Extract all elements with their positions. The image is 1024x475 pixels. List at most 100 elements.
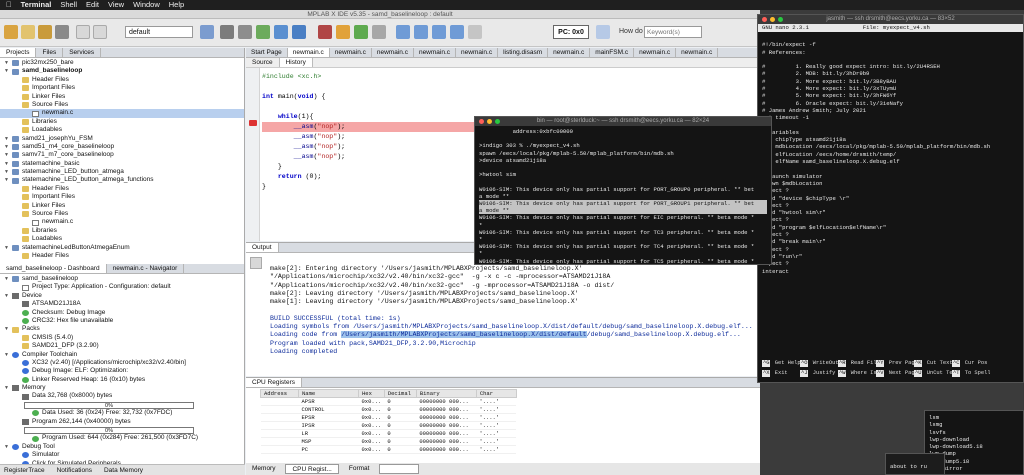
collapse-toggle-icon[interactable]: ▼ bbox=[4, 176, 10, 184]
tree-item[interactable]: Project Type: Application - Configuratio… bbox=[0, 283, 244, 291]
tree-item[interactable]: newmain.c bbox=[0, 109, 244, 118]
nano-shortcut[interactable]: ^Y Prev Page bbox=[876, 360, 914, 367]
status-data-memory[interactable]: Data Memory bbox=[104, 465, 143, 475]
tree-item[interactable]: Linker Files bbox=[0, 202, 244, 210]
register-row[interactable]: MSP 0x0... 0 00000000 000... '....' bbox=[260, 437, 517, 446]
new-file-icon[interactable] bbox=[21, 25, 35, 39]
editor-tab[interactable]: Start Page bbox=[246, 48, 288, 57]
clean-build-icon[interactable] bbox=[238, 25, 252, 39]
collapse-toggle-icon[interactable]: ▼ bbox=[4, 143, 10, 151]
tab-dashboard[interactable]: samd_baselineloop - Dashboard bbox=[0, 264, 107, 273]
collapse-toggle-icon[interactable]: ▼ bbox=[4, 151, 10, 159]
tree-item[interactable]: Linker Files bbox=[0, 93, 244, 101]
nano-shortcut[interactable]: ^R Read File bbox=[838, 360, 876, 367]
nano-shortcut[interactable]: ^T To Spell bbox=[952, 370, 990, 377]
tree-item[interactable]: ▼ statemachineLedButtonAtmegaEnum bbox=[0, 244, 244, 252]
tree-item[interactable]: Simulator bbox=[0, 451, 244, 459]
close-window-icon[interactable] bbox=[479, 119, 484, 124]
tree-item[interactable]: Libraries bbox=[0, 227, 244, 235]
code-line[interactable] bbox=[262, 82, 757, 92]
register-row[interactable]: EPSR 0x0... 0 00000000 000... '....' bbox=[260, 413, 517, 422]
tree-item[interactable]: Header Files bbox=[0, 185, 244, 193]
finish-debug-icon[interactable] bbox=[318, 25, 332, 39]
tree-item[interactable]: ▼ samd51_m4_core_baselineloop bbox=[0, 143, 244, 151]
nano-shortcut[interactable]: ^O WriteOut bbox=[800, 360, 838, 367]
tree-item[interactable]: Program Used: 644 (0x284) Free: 261,500 … bbox=[0, 434, 244, 442]
tree-item[interactable]: ▼ pic32mx250_bare bbox=[0, 59, 244, 67]
step-out-icon[interactable] bbox=[432, 25, 446, 39]
editor-tab[interactable]: listing.disasm bbox=[498, 48, 549, 57]
register-row[interactable]: LR 0x0... 0 00000000 000... '....' bbox=[260, 429, 517, 438]
nano-shortcut[interactable]: ^G Get Help bbox=[762, 360, 800, 367]
keyword-search-input[interactable] bbox=[644, 26, 702, 38]
collapse-toggle-icon[interactable]: ▼ bbox=[4, 292, 10, 300]
nano-shortcut[interactable]: ^J Justify bbox=[800, 370, 838, 377]
tab-services[interactable]: Services bbox=[63, 48, 102, 57]
menubar-app-name[interactable]: Terminal bbox=[21, 0, 52, 10]
collapse-toggle-icon[interactable]: ▼ bbox=[4, 168, 10, 176]
set-project-config-icon[interactable] bbox=[200, 25, 214, 39]
nano-editor-text[interactable]: #!/bin/expect -f # References: # 1. Reall… bbox=[758, 32, 1023, 277]
column-header[interactable]: Binary bbox=[415, 389, 477, 398]
tree-item[interactable]: Checksum: Debug Image bbox=[0, 309, 244, 317]
register-row[interactable]: PC 0x0... 0 00000000 000... '....' bbox=[260, 445, 517, 454]
collapse-toggle-icon[interactable]: ▼ bbox=[4, 135, 10, 143]
column-header[interactable]: Decimal bbox=[383, 389, 417, 398]
column-header[interactable]: Hex bbox=[358, 389, 385, 398]
column-header[interactable]: Address bbox=[260, 389, 299, 398]
pause-icon[interactable] bbox=[336, 25, 350, 39]
read-device-icon[interactable] bbox=[274, 25, 288, 39]
redo-icon[interactable] bbox=[93, 25, 107, 39]
editor-tab[interactable]: newmain.c bbox=[372, 48, 414, 57]
format-select[interactable] bbox=[379, 464, 420, 474]
register-row[interactable]: IPSR 0x0... 0 00000000 000... '....' bbox=[260, 421, 517, 430]
collapse-toggle-icon[interactable]: ▼ bbox=[4, 443, 10, 451]
mini-terminal-window[interactable]: about to ru bbox=[885, 453, 945, 475]
debug-main-project-icon[interactable] bbox=[292, 25, 306, 39]
tab-navigator[interactable]: newmain.c - Navigator bbox=[107, 264, 185, 273]
mdb-terminal-text[interactable]: address:0xbfc00000 >indigo 303 % ./myexp… bbox=[475, 126, 771, 264]
status-notifications[interactable]: Notifications bbox=[57, 465, 92, 475]
make-and-program-icon[interactable] bbox=[256, 25, 270, 39]
tree-item[interactable]: newmain.c bbox=[0, 218, 244, 226]
tree-item[interactable]: Source Files bbox=[0, 101, 244, 109]
menu-view[interactable]: View bbox=[108, 0, 124, 10]
editor-tab[interactable]: mainFSM.c bbox=[590, 48, 635, 57]
collapse-toggle-icon[interactable]: ▼ bbox=[4, 351, 10, 359]
tree-item[interactable]: ▼ statemachine_LED_button_atmega bbox=[0, 168, 244, 176]
breakpoint-icon[interactable] bbox=[249, 120, 257, 126]
tree-item[interactable]: Program 262,144 (0x40000) bytes bbox=[0, 418, 244, 426]
build-hammer-icon[interactable] bbox=[220, 25, 234, 39]
register-row[interactable]: APSR 0x0... 0 00000000 000... '....' bbox=[260, 397, 517, 406]
editor-tab[interactable]: newmain.c bbox=[634, 48, 677, 57]
menu-edit[interactable]: Edit bbox=[86, 0, 99, 10]
tab-output[interactable]: Output bbox=[246, 243, 279, 252]
tree-item[interactable]: CRC32: Hex file unavailable bbox=[0, 317, 244, 325]
tree-item[interactable]: Loadables bbox=[0, 126, 244, 134]
tab-history[interactable]: History bbox=[279, 58, 313, 67]
tree-item[interactable]: XC32 (v2.40) [/Applications/microchip/xc… bbox=[0, 359, 244, 367]
register-row[interactable]: CONTROL 0x0... 0 00000000 000... '....' bbox=[260, 405, 517, 414]
nano-shortcut[interactable]: ^X Exit bbox=[762, 370, 800, 377]
collapse-toggle-icon[interactable]: ▼ bbox=[4, 275, 10, 283]
editor-tab[interactable]: newmain.c bbox=[287, 48, 330, 57]
apple-icon[interactable]:  bbox=[6, 0, 12, 10]
tree-item[interactable]: ▼ samd21_josephYu_FSM bbox=[0, 135, 244, 143]
tree-item[interactable]: ATSAMD21J18A bbox=[0, 300, 244, 308]
configuration-select[interactable]: default bbox=[125, 26, 193, 38]
mdb-terminal-window[interactable]: bin — root@sterlduck:~ — ssh drsmith@eec… bbox=[474, 116, 772, 265]
tree-item[interactable]: Source Files bbox=[0, 210, 244, 218]
tree-item[interactable]: ▼ Device bbox=[0, 292, 244, 300]
tree-item[interactable]: ▼ samd_baselineloop bbox=[0, 67, 244, 75]
undo-icon[interactable] bbox=[76, 25, 90, 39]
tree-item[interactable]: Header Files bbox=[0, 76, 244, 84]
nano-shortcut[interactable]: ^W Where Is bbox=[838, 370, 876, 377]
menu-shell[interactable]: Shell bbox=[60, 0, 77, 10]
run-to-cursor-icon[interactable] bbox=[450, 25, 464, 39]
code-line[interactable]: #include <xc.h> bbox=[262, 72, 757, 82]
open-project-icon[interactable] bbox=[38, 25, 52, 39]
minimize-window-icon[interactable] bbox=[770, 17, 775, 22]
editor-tab[interactable]: newmain.c bbox=[414, 48, 457, 57]
tree-item[interactable]: CMSIS (5.4.0) bbox=[0, 334, 244, 342]
menu-help[interactable]: Help bbox=[169, 0, 184, 10]
